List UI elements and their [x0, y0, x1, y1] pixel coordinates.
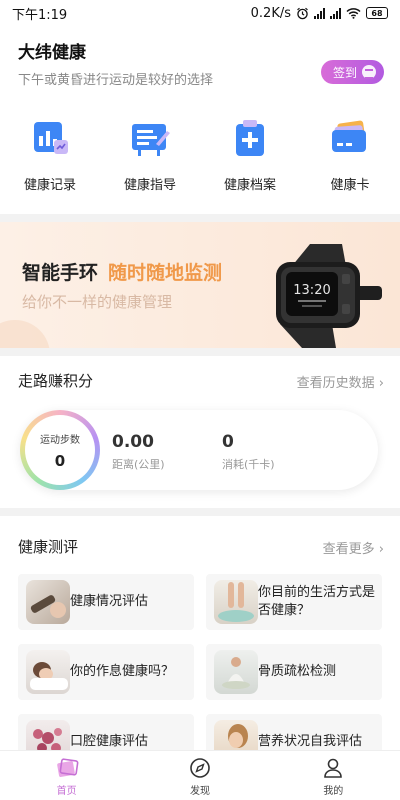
feature-grid: 健康记录 健康指导 健康档案 健康卡 — [0, 112, 400, 193]
smart-band-banner[interactable]: 智能手环 随时随地监测 给你不一样的健康管理 13:20 — [0, 222, 400, 348]
banner-highlight: 随时随地监测 — [108, 262, 223, 284]
assessment-label: 健康情况评估 — [70, 594, 149, 609]
banner-title: 智能手环 随时随地监测 — [22, 262, 223, 284]
assessment-label: 骨质疏松检测 — [258, 664, 337, 679]
distance-value: 0.00 — [112, 432, 154, 452]
thumb-yoga — [214, 650, 258, 694]
assessment-label: 你目前的生活方式是否健康？ — [258, 585, 376, 618]
assessment-more-link[interactable]: 查看更多 › — [323, 538, 384, 557]
signal-icon — [314, 7, 325, 19]
feature-label: 健康档案 — [223, 178, 276, 193]
calories-stat: 0 消耗(千卡) — [222, 432, 275, 472]
steps-label: 运动步数 — [40, 434, 80, 446]
assessment-section-title: 健康测评 — [18, 538, 79, 556]
home-icon — [56, 758, 79, 777]
battery-icon: 68 — [366, 7, 388, 19]
assessment-card[interactable]: 骨质疏松检测 — [206, 644, 382, 700]
tab-label: 首页 — [56, 786, 77, 797]
assessment-card[interactable]: 你的作息健康吗？ — [18, 644, 194, 700]
feature-health-record[interactable]: 健康记录 — [0, 112, 100, 193]
feature-label: 健康卡 — [330, 178, 370, 193]
assessment-card[interactable]: 健康情况评估 — [18, 574, 194, 630]
feature-label: 健康指导 — [123, 178, 176, 193]
compass-icon — [190, 758, 210, 778]
feature-health-guide[interactable]: 健康指导 — [100, 112, 200, 193]
feature-label: 健康记录 — [23, 178, 76, 193]
health-guide-icon — [128, 116, 172, 160]
assessment-label: 你的作息健康吗？ — [70, 664, 175, 679]
divider — [0, 508, 400, 516]
brand-title: 大纬健康 — [18, 43, 86, 63]
walk-history-link[interactable]: 查看历史数据 › — [297, 372, 384, 391]
tab-label: 发现 — [189, 786, 210, 797]
health-record-icon — [28, 116, 72, 160]
smartwatch-image: 13:20 — [276, 244, 382, 348]
feature-health-file[interactable]: 健康档案 — [200, 112, 300, 193]
thumb-glucose-test — [26, 580, 70, 624]
tab-home[interactable]: 首页 — [0, 751, 133, 800]
walk-section-title: 走路赚积分 — [18, 372, 94, 390]
health-card-icon — [328, 116, 372, 160]
distance-label: 距离(公里) — [112, 458, 165, 471]
distance-stat: 0.00 距离(公里) — [112, 432, 165, 472]
watch-time: 13:20 — [293, 283, 330, 298]
walk-stats-card: 运动步数 0 0.00 距离(公里) 0 消耗(千卡) — [20, 410, 378, 490]
divider — [0, 348, 400, 356]
status-time: 下午1:19 — [12, 7, 68, 23]
status-bar: 下午1:19 0.2K/s 68 — [0, 0, 400, 26]
health-file-icon — [228, 116, 272, 160]
checkin-label: 签到 — [332, 65, 357, 80]
alarm-icon — [297, 7, 308, 19]
thumb-sleep — [26, 650, 70, 694]
banner-subtitle: 给你不一样的健康管理 — [22, 293, 173, 311]
steps-value: 0 — [54, 451, 66, 470]
wifi-icon — [346, 8, 361, 19]
signal-icon-2 — [330, 7, 341, 19]
net-speed: 0.2K/s — [250, 5, 291, 21]
divider — [0, 214, 400, 222]
assessment-card[interactable]: 你目前的生活方式是否健康？ — [206, 574, 382, 630]
tab-mine[interactable]: 我的 — [267, 751, 400, 800]
chevron-right-icon: › — [378, 376, 384, 391]
feature-health-card[interactable]: 健康卡 — [300, 112, 400, 193]
coin-icon — [362, 65, 376, 79]
header: 大纬健康 下午或黄昏进行运动是较好的选择 签到 — [18, 38, 384, 88]
user-icon — [324, 758, 343, 778]
bottom-tab-bar: 首页 发现 我的 — [0, 750, 400, 800]
thumb-scale — [214, 580, 258, 624]
tab-label: 我的 — [323, 786, 344, 797]
chevron-right-icon: › — [378, 542, 384, 557]
tab-discover[interactable]: 发现 — [133, 751, 266, 800]
steps-ring: 运动步数 0 — [20, 410, 100, 490]
checkin-button[interactable]: 签到 — [320, 60, 384, 84]
calories-value: 0 — [222, 432, 234, 452]
calories-label: 消耗(千卡) — [222, 458, 275, 471]
